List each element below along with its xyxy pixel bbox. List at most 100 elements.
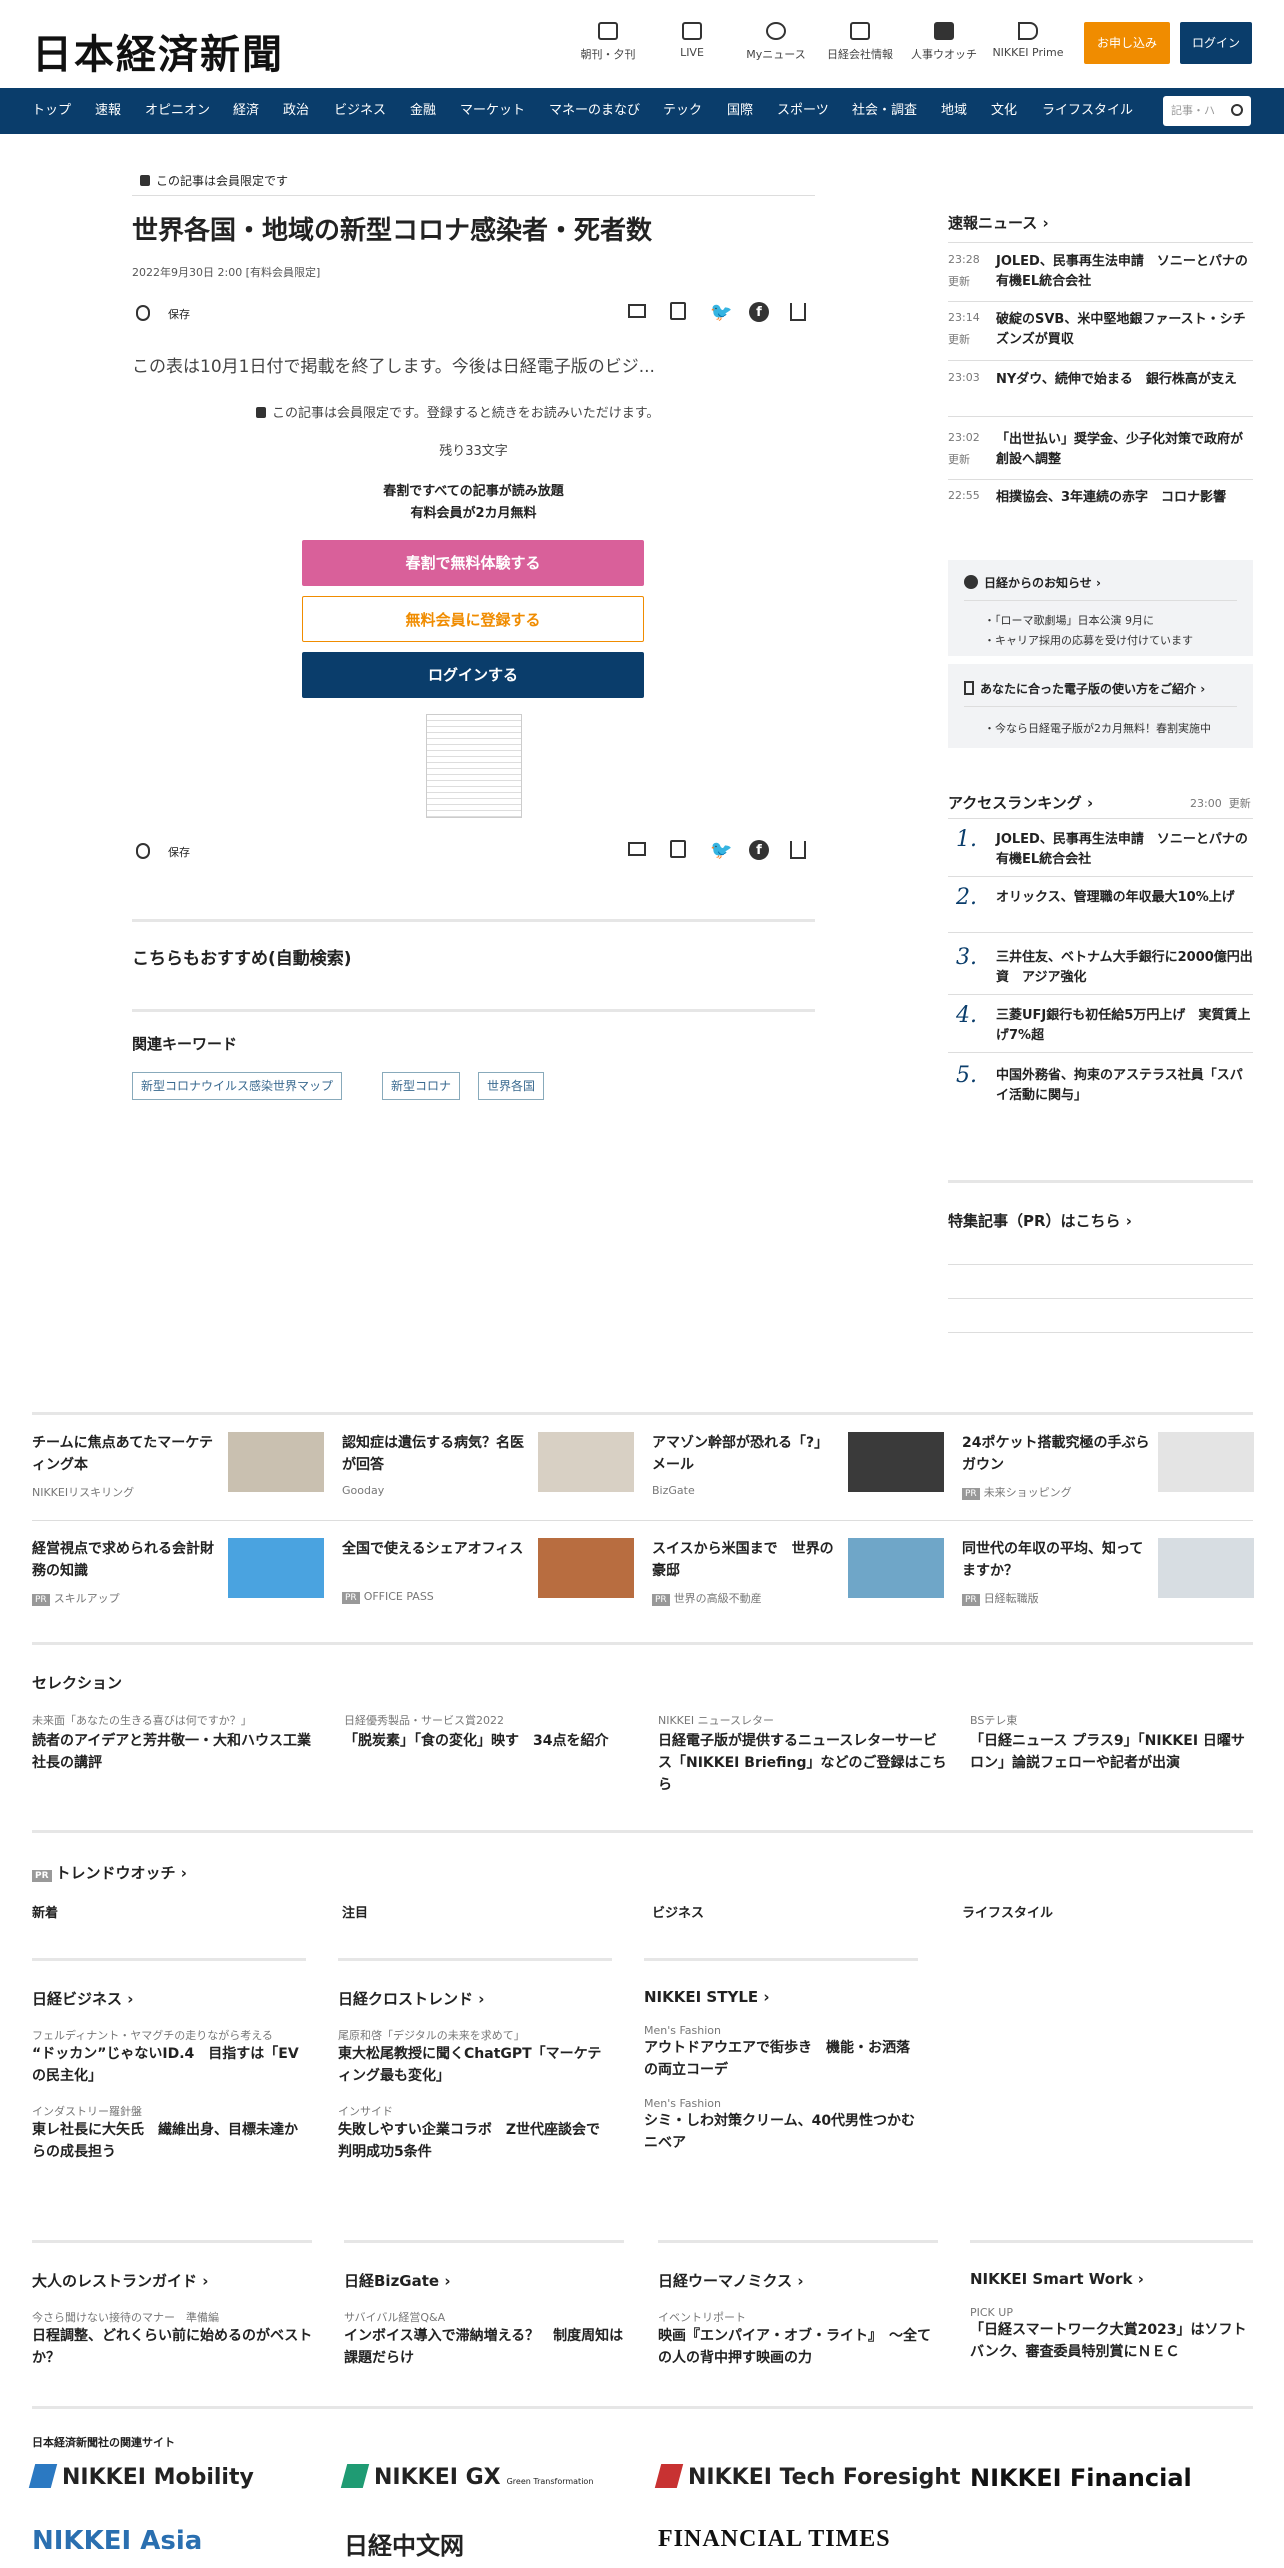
trend-column-heading[interactable]: NIKKEI STYLE › (644, 1988, 918, 2006)
bottom-item[interactable]: サバイバル経営Q&A インボイス導入で滞納増える？ 制度周知は課題だらけ (344, 2309, 630, 2369)
twitter-icon[interactable]: 🐦 (710, 840, 732, 861)
trend-item[interactable]: Men's Fashion シミ・しわ対策クリーム、40代男性つかむニベア (644, 2097, 918, 2154)
trend-column-heading[interactable]: 日経ビジネス › (32, 1988, 306, 2009)
twitter-icon[interactable]: 🐦 (710, 302, 732, 323)
nikkei-prime-link[interactable]: NIKKEI Prime (988, 22, 1068, 59)
selection-item[interactable]: 未来面「あなたの生きる喜びは何ですか？」 読者のアイデアと芳井敬一・大和ハウス工業… (32, 1712, 322, 1774)
tab-lifestyle[interactable]: ライフスタイル (962, 1902, 1053, 1921)
ranking-item[interactable]: 4. 三菱UFJ銀行も初任給5万円上げ 実質賃上げ7%超 (948, 1005, 1253, 1050)
nav-item[interactable]: オピニオン (145, 88, 210, 134)
ranking-item[interactable]: 1. JOLED、民事再生法申請 ソニーとパナの有機EL統合会社 (948, 829, 1253, 874)
trend-item[interactable]: インダストリー羅針盤 東レ社長に大矢氏 繊維出身、目標未達からの成長担う (32, 2103, 306, 2163)
note-icon[interactable] (670, 302, 686, 320)
morning-evening-edition-link[interactable]: 朝刊・夕刊 (568, 22, 648, 62)
login-button[interactable]: ログイン (1180, 22, 1252, 64)
personnel-watch-link[interactable]: 人事ウオッチ (904, 22, 984, 62)
nav-item[interactable]: スポーツ (777, 88, 829, 134)
nikkei-asia-logo[interactable]: NIKKEI Asia (32, 2526, 202, 2556)
selection-item[interactable]: NIKKEI ニュースレター 日経電子版が提供するニュースレターサービス「NIKK… (658, 1712, 948, 1796)
my-news-link[interactable]: Myニュース (736, 22, 816, 62)
nav-item[interactable]: 文化 (991, 88, 1017, 134)
guide-heading[interactable]: あなたに合った電子版の使い方をご紹介 › (964, 680, 1205, 697)
save-button[interactable]: 保存 (136, 303, 256, 323)
nikkei-mobility-logo[interactable]: NIKKEI Mobility (28, 2464, 254, 2490)
facebook-icon[interactable]: f (749, 840, 769, 860)
nav-item[interactable]: ビジネス (334, 88, 386, 134)
breaking-item[interactable]: 22:55 相撲協会、3年連続の赤字 コロナ影響 (948, 488, 1253, 512)
nikkei-gx-logo[interactable]: NIKKEI GX Green Transformation (340, 2464, 593, 2490)
selection-item[interactable]: BSテレ東 「日経ニュース プラス9」「NIKKEI 日曜サロン」論説フェローや記… (970, 1712, 1253, 1774)
trend-column-heading[interactable]: 日経クロストレンド › (338, 1988, 612, 2009)
nav-item[interactable]: マネーのまなび (549, 88, 640, 134)
nav-item[interactable]: 社会・調査 (852, 88, 917, 134)
notice-item[interactable]: ・「ローマ歌劇場」日本公演 9月に (984, 612, 1154, 628)
search-icon[interactable] (1231, 104, 1243, 116)
search-input[interactable]: 記事・ハ (1163, 96, 1251, 126)
subscribe-button[interactable]: お申し込み (1084, 22, 1170, 64)
free-register-button[interactable]: 無料会員に登録する (302, 596, 644, 642)
bottom-column-heading[interactable]: 日経BizGate › (344, 2270, 630, 2291)
tab-new[interactable]: 新着 (32, 1902, 58, 1921)
facebook-icon[interactable]: f (749, 302, 769, 322)
bottom-column-heading[interactable]: 大人のレストランガイド › (32, 2270, 318, 2291)
selection-item[interactable]: 日経優秀製品・サービス賞2022 「脱炭素」「食の変化」映す 34点を紹介 (344, 1712, 634, 1752)
ranking-item[interactable]: 5. 中国外務省、拘束のアステラス社員「スパイ活動に関与」 (948, 1065, 1253, 1110)
keyword-chip[interactable]: 新型コロナ (382, 1072, 461, 1100)
share-icon[interactable] (790, 841, 806, 859)
nikkei-tech-foresight-logo[interactable]: NIKKEI Tech Foresight (654, 2464, 961, 2490)
notice-heading[interactable]: 日経からのお知らせ › (964, 574, 1101, 591)
trend-item[interactable]: インサイド 失敗しやすい企業コラボ Z世代座談会で判明成功5条件 (338, 2103, 612, 2163)
notice-item[interactable]: ・キャリア採用の応募を受け付けています (984, 632, 1193, 648)
nav-item[interactable]: マーケット (460, 88, 525, 134)
table-thumbnail[interactable] (426, 714, 522, 818)
company-info-link[interactable]: 日経会社情報 (820, 22, 900, 62)
bottom-item[interactable]: PICK UP 「日経スマートワーク大賞2023」はソフトバンク、審査委員特別賞に… (970, 2306, 1253, 2363)
breaking-item[interactable]: 23:28 更新 JOLED、民事再生法申請 ソニーとパナの有機EL統合会社 (948, 252, 1253, 296)
share-icon[interactable] (790, 303, 806, 321)
nav-item[interactable]: 政治 (283, 88, 309, 134)
nikkei-financial-logo[interactable]: NIKKEI Financial (970, 2464, 1192, 2492)
trial-button[interactable]: 春割で無料体験する (302, 540, 644, 586)
nikkei-chinese-logo[interactable]: 日経中文网 (344, 2526, 464, 2561)
live-link[interactable]: LIVE (652, 22, 732, 59)
save-button-bottom[interactable]: 保存 (136, 841, 256, 861)
note-icon[interactable] (670, 840, 686, 858)
article-lead: この表は10月1日付で掲載を終了します。今後は日経電子版のビジ... (132, 357, 655, 377)
nav-item[interactable]: 金融 (410, 88, 436, 134)
trend-heading[interactable]: PR トレンドウオッチ › (32, 1862, 187, 1883)
nav-item[interactable]: トップ (32, 88, 71, 134)
trend-item[interactable]: Men's Fashion アウトドアウエアで街歩き 機能・お洒落の両立コーデ (644, 2024, 918, 2081)
breaking-news-heading[interactable]: 速報ニュース › (948, 212, 1049, 233)
nav-item[interactable]: テック (663, 88, 702, 134)
nav-item[interactable]: ライフスタイル (1042, 88, 1133, 134)
breaking-item[interactable]: 23:03 NYダウ、続伸で始まる 銀行株高が支え (948, 370, 1253, 394)
keyword-chip[interactable]: 世界各国 (478, 1072, 545, 1100)
tab-business[interactable]: ビジネス (652, 1902, 704, 1921)
bottom-column-heading[interactable]: NIKKEI Smart Work › (970, 2270, 1253, 2288)
financial-times-logo[interactable]: FINANCIAL TIMES (658, 2526, 891, 2553)
bottom-column-heading[interactable]: 日経ウーマノミクス › (658, 2270, 944, 2291)
pr-heading[interactable]: 特集記事（PR）はこちら › (948, 1210, 1132, 1231)
ranking-item[interactable]: 3. 三井住友、ベトナム大手銀行に2000億円出資 アジア強化 (948, 947, 1253, 992)
trend-item[interactable]: フェルディナント・ヤマグチの走りながら考える “ドッカン”じゃないID.4 目指す… (32, 2027, 306, 2087)
guide-item[interactable]: ・今なら日経電子版が2カ月無料！春割実施中 (984, 720, 1211, 736)
breaking-item[interactable]: 23:02 更新 「出世払い」奨学金、少子化対策で政府が創設へ調整 (948, 430, 1253, 474)
tab-featured[interactable]: 注目 (342, 1902, 368, 1921)
promo-source: NIKKEIリスキリング (32, 1486, 135, 1499)
bottom-item[interactable]: イベントリポート 映画『エンパイア・オブ・ライト』 ～全ての人の背中押す映画の力 (658, 2309, 944, 2369)
breaking-item[interactable]: 23:14 更新 破綻のSVB、米中堅地銀ファースト・シチズンズが買収 (948, 310, 1253, 354)
ranking-heading[interactable]: アクセスランキング › (948, 792, 1093, 813)
nav-item[interactable]: 国際 (727, 88, 753, 134)
ranking-item[interactable]: 2. オリックス、管理職の年収最大10%上げ (948, 887, 1253, 912)
selection-label: NIKKEI ニュースレター (658, 1714, 775, 1727)
mail-icon[interactable] (628, 842, 646, 856)
keyword-chip[interactable]: 新型コロナウイルス感染世界マップ (132, 1072, 343, 1100)
bottom-item[interactable]: 今さら聞けない接待のマナー 準備編 日程調整、どれくらい前に始めるのがベストか？ (32, 2309, 318, 2369)
nav-item[interactable]: 地域 (941, 88, 967, 134)
mail-icon[interactable] (628, 304, 646, 318)
article-login-button[interactable]: ログインする (302, 652, 644, 698)
nav-item[interactable]: 経済 (233, 88, 259, 134)
nikkei-logo[interactable]: 日本経済新聞 (32, 22, 284, 80)
nav-item[interactable]: 速報 (95, 88, 121, 134)
trend-item[interactable]: 尾原和啓「デジタルの未来を求めて」 東大松尾教授に聞くChatGPT「マーケティン… (338, 2027, 612, 2087)
